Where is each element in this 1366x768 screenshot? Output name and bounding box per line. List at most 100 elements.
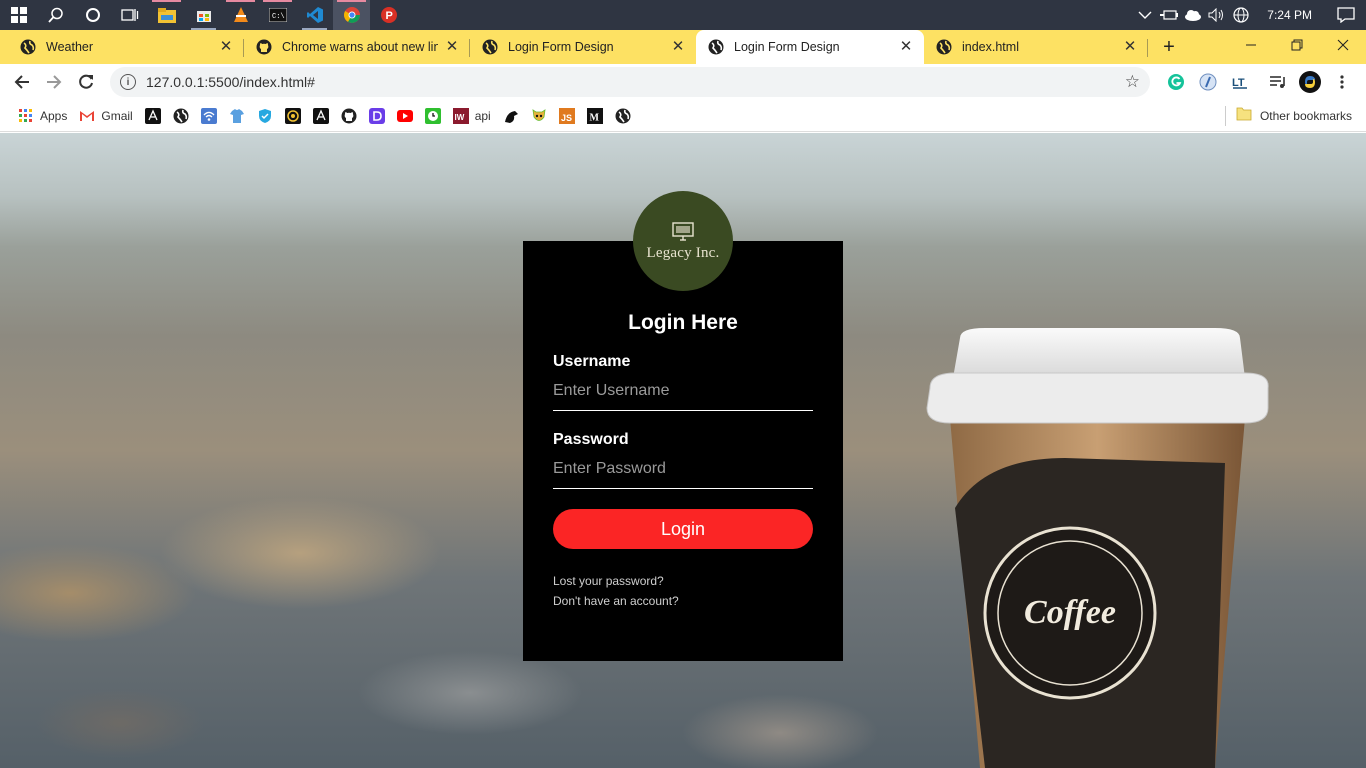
other-bookmarks[interactable]: Other bookmarks: [1224, 105, 1366, 126]
close-icon[interactable]: ✕: [444, 39, 460, 55]
bookmark-11[interactable]: [419, 102, 447, 130]
close-icon[interactable]: ✕: [1122, 39, 1138, 55]
bookmark-1[interactable]: [139, 102, 167, 130]
youtube-icon: [396, 108, 413, 124]
tab-title: index.html: [962, 40, 1019, 54]
windows-taskbar: C:\ P 7:24 PM: [0, 0, 1366, 30]
globe-icon: [20, 39, 36, 55]
bookmark-9[interactable]: [363, 102, 391, 130]
extension-compass-icon[interactable]: [1192, 66, 1224, 98]
github-icon: [341, 108, 357, 124]
bookmark-7[interactable]: [307, 102, 335, 130]
volume-icon[interactable]: [1205, 0, 1229, 30]
no-account-link[interactable]: Don't have an account?: [553, 591, 813, 611]
task-view-icon[interactable]: [111, 0, 148, 30]
password-label: Password: [553, 431, 629, 448]
restore-button[interactable]: [1274, 30, 1320, 60]
address-bar[interactable]: i 127.0.0.1:5500/index.html# ☆: [110, 67, 1150, 97]
notification-icon[interactable]: [1326, 0, 1366, 30]
tab-login-form-2[interactable]: Login Form Design ✕: [696, 30, 924, 64]
windows-start-icon[interactable]: [0, 0, 37, 30]
shield-icon: [257, 108, 273, 124]
login-button[interactable]: Login: [553, 509, 813, 549]
close-icon[interactable]: ✕: [218, 39, 234, 55]
svg-text:M: M: [589, 112, 599, 123]
chrome-icon[interactable]: [333, 0, 370, 30]
bookmark-apps[interactable]: Apps: [12, 102, 73, 130]
globe-language-icon[interactable]: [1229, 0, 1253, 30]
tab-login-form-1[interactable]: Login Form Design ✕: [470, 30, 696, 64]
bookmark-5[interactable]: [251, 102, 279, 130]
dark-a-icon: [144, 107, 161, 124]
vlc-icon[interactable]: [222, 0, 259, 30]
bookmark-15[interactable]: M: [581, 102, 609, 130]
bird-icon: [503, 108, 519, 124]
cortana-icon[interactable]: [74, 0, 111, 30]
kebab-menu-icon[interactable]: [1326, 66, 1358, 98]
forward-arrow-icon[interactable]: [38, 66, 70, 98]
pdf-app-icon[interactable]: P: [370, 0, 407, 30]
password-input[interactable]: [553, 449, 813, 489]
computer-logo-icon: [672, 221, 694, 241]
folder-icon: [1236, 107, 1252, 124]
bookmark-label: Apps: [40, 108, 68, 123]
globe-icon: [482, 39, 498, 55]
bookmark-star-icon[interactable]: ☆: [1125, 72, 1140, 92]
search-icon[interactable]: [37, 0, 74, 30]
bookmark-label: api: [474, 108, 491, 123]
tab-index-html[interactable]: index.html ✕: [924, 30, 1148, 64]
tab-title: Login Form Design: [508, 40, 614, 54]
js-icon: JS: [558, 107, 575, 124]
profile-avatar[interactable]: [1294, 66, 1326, 98]
bookmark-gmail[interactable]: Gmail: [73, 102, 138, 130]
login-title: Login Here: [628, 311, 738, 334]
globe-icon: [173, 108, 189, 124]
bookmark-13[interactable]: [525, 102, 553, 130]
bookmark-16[interactable]: [609, 102, 637, 130]
lost-password-link[interactable]: Lost your password?: [553, 571, 813, 591]
username-input[interactable]: [553, 371, 813, 411]
battery-icon[interactable]: [1157, 0, 1181, 30]
dark-a-icon: [312, 107, 329, 124]
bookmark-2[interactable]: [167, 102, 195, 130]
new-tab-button[interactable]: +: [1152, 30, 1186, 64]
tab-title: Login Form Design: [734, 40, 840, 54]
bookmark-3[interactable]: [195, 102, 223, 130]
terminal-icon[interactable]: C:\: [259, 0, 296, 30]
bookmark-12[interactable]: [497, 102, 525, 130]
system-clock[interactable]: 7:24 PM: [1253, 0, 1326, 30]
file-explorer-icon[interactable]: [148, 0, 185, 30]
tab-github[interactable]: Chrome warns about new lines ✕: [244, 30, 470, 64]
store-icon[interactable]: [185, 0, 222, 30]
bookmark-6[interactable]: [279, 102, 307, 130]
minimize-button[interactable]: [1228, 30, 1274, 60]
cloud-icon[interactable]: [1181, 0, 1205, 30]
svg-text:IW: IW: [454, 113, 464, 122]
back-arrow-icon[interactable]: [6, 66, 38, 98]
close-icon[interactable]: ✕: [670, 39, 686, 55]
svg-text:LT: LT: [1232, 77, 1245, 89]
bookmark-4[interactable]: [223, 102, 251, 130]
vscode-icon[interactable]: [296, 0, 333, 30]
bookmark-14[interactable]: JS: [553, 102, 581, 130]
browser-tab-strip: Weather ✕ Chrome warns about new lines ✕…: [0, 30, 1366, 64]
tab-weather[interactable]: Weather ✕: [8, 30, 244, 64]
grammarly-icon[interactable]: [1160, 66, 1192, 98]
gmail-icon: [79, 108, 96, 124]
bookmark-8[interactable]: [335, 102, 363, 130]
chevron-up-icon[interactable]: [1133, 0, 1157, 30]
bookmark-10[interactable]: [391, 102, 419, 130]
media-queue-icon[interactable]: [1262, 66, 1294, 98]
bookmark-api[interactable]: IW api: [447, 102, 497, 130]
url-text[interactable]: 127.0.0.1:5500/index.html#: [146, 74, 1125, 90]
globe-icon: [615, 108, 631, 124]
svg-text:Coffee: Coffee: [1024, 594, 1116, 631]
close-icon[interactable]: ✕: [898, 39, 914, 55]
iw-icon: IW: [452, 107, 469, 124]
bookmark-label: Other bookmarks: [1259, 108, 1352, 123]
mascot-icon: [531, 108, 547, 124]
extension-lt-icon[interactable]: LT: [1224, 66, 1256, 98]
info-icon[interactable]: i: [120, 74, 136, 90]
close-window-button[interactable]: [1320, 30, 1366, 60]
reload-icon[interactable]: [70, 66, 102, 98]
